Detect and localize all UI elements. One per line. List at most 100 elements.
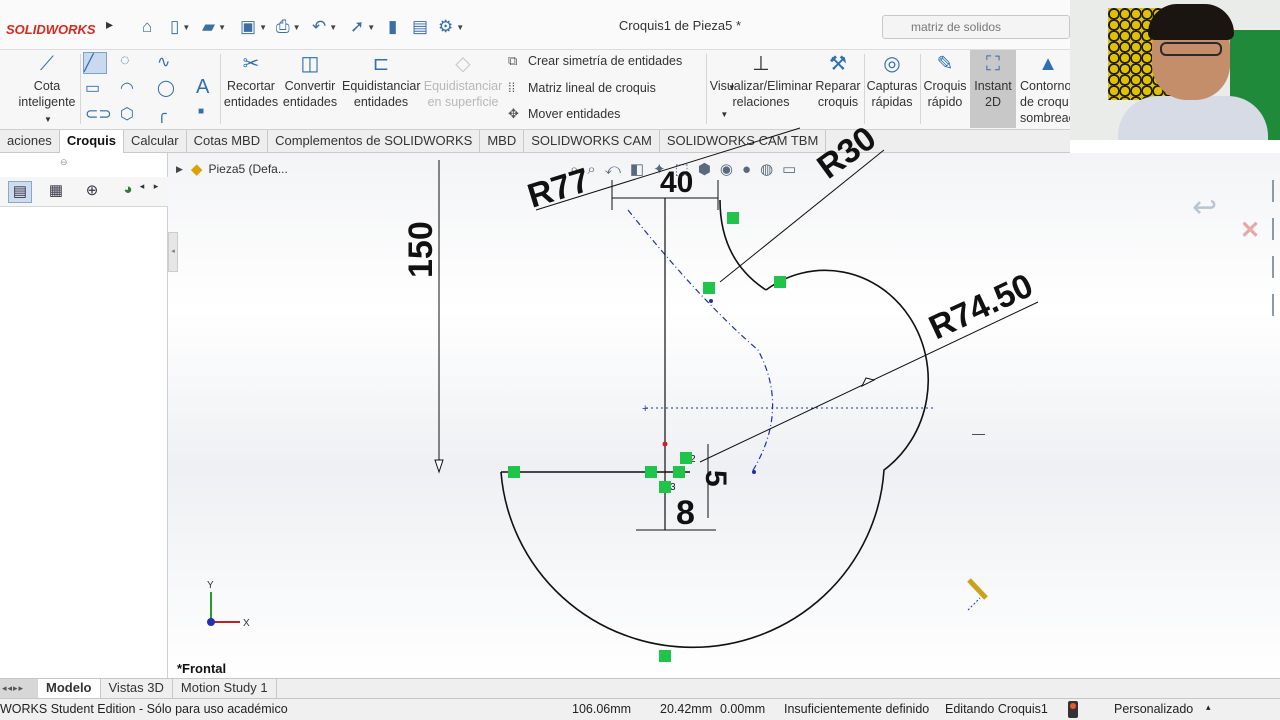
ribbon-divider: [864, 54, 865, 124]
tab-complementos[interactable]: Complementos de SOLIDWORKS: [268, 130, 481, 153]
panel-grip-icon[interactable]: ⊖: [60, 157, 68, 168]
view-settings-icon[interactable]: ▭: [782, 160, 796, 178]
shaded-sketch-contours-button[interactable]: ▲ Contorno de croqu sombreac: [1016, 52, 1076, 126]
trim-entities-button[interactable]: ✂ Recortar entidades: [222, 52, 280, 110]
panel-collapse-handle[interactable]: ◂: [168, 232, 178, 272]
mirror-entities-label: Crear simetría de entidades: [528, 54, 683, 68]
title-bar: SOLIDWORKS ▸ ⌂ ▯ ▼ ▰ ▼ ▣ ▼ ⎙ ▼ ↶ ▼ ➚ ▼ ▮ ▤ ⚙ ▼ …: [0, 0, 1070, 50]
offset-entities-button[interactable]: ⊏ Equidistanciar entidades: [342, 52, 421, 110]
quick-snaps-button[interactable]: ◎ Capturas rápidas: [866, 52, 918, 110]
apply-scene-icon[interactable]: ◍: [760, 160, 773, 178]
tabs-scroll-right-icon[interactable]: ▸: [150, 181, 162, 203]
dynamic-annotation-icon[interactable]: ✦: [653, 160, 666, 178]
smart-dimension-button[interactable]: ⟋ Cota inteligente: [14, 52, 80, 110]
exit-sketch-icon[interactable]: ↩: [1192, 190, 1217, 225]
new-document-icon[interactable]: ▯ ▼: [170, 16, 190, 38]
webcam-person-glasses: [1160, 42, 1222, 56]
line-tool-icon[interactable]: ╱: [83, 52, 107, 74]
task-pane-tab[interactable]: [1272, 218, 1280, 240]
text-tool-icon[interactable]: A: [196, 76, 209, 99]
circle-tool-icon[interactable]: ◌: [120, 52, 130, 70]
repair-sketch-button[interactable]: ⚒ Reparar croquis: [814, 52, 862, 110]
polygon-ellipse-tool-icon[interactable]: ◯: [157, 78, 175, 98]
convert-entities-button[interactable]: ◫ Convertir entidades: [282, 52, 338, 110]
tabs-scroll-left-icon[interactable]: ◂: [136, 181, 148, 203]
tab-solidworks-cam-tbm[interactable]: SOLIDWORKS CAM TBM: [660, 130, 827, 153]
section-view-icon[interactable]: ◧: [630, 160, 644, 178]
tab-solidworks-cam[interactable]: SOLIDWORKS CAM: [524, 130, 660, 153]
tab-calcular[interactable]: Calcular: [124, 130, 187, 153]
webcam-overlay: [1070, 0, 1280, 140]
ribbon-divider: [920, 54, 921, 124]
part-name-label: Pieza5 (Defa...: [208, 162, 288, 176]
display-delete-relations-label: Visualizar/Eliminar relaciones: [709, 79, 813, 109]
linear-sketch-pattern-button[interactable]: ⁞⁞ Matriz lineal de croquis ▼: [508, 80, 736, 95]
manager-tabs: ▤ ▦ ⊕ ◕ ◂ ▸: [0, 177, 168, 207]
home-icon[interactable]: ⌂: [142, 16, 152, 38]
tab-navigation-arrows-icon[interactable]: ◂◂▸▸: [0, 679, 38, 698]
edit-appearance-icon[interactable]: ●: [742, 161, 751, 178]
instant2d-button[interactable]: ⛶ Instant 2D: [970, 52, 1016, 110]
rebuild-traffic-light-icon[interactable]: ▮: [388, 16, 397, 38]
tab-cotas-mbd[interactable]: Cotas MBD: [187, 130, 269, 153]
hide-show-items-icon[interactable]: ◉: [720, 160, 733, 178]
zoom-to-fit-icon[interactable]: ⌕: [570, 161, 578, 178]
select-pointer-icon[interactable]: ➚ ▼: [350, 16, 375, 38]
print-icon[interactable]: ⎙ ▼: [276, 16, 301, 38]
undo-icon[interactable]: ↶ ▼: [312, 16, 337, 38]
rebuild-status-icon[interactable]: [1068, 701, 1078, 718]
expand-arrow-icon[interactable]: ▶: [176, 164, 183, 175]
repair-sketch-icon: ⚒: [829, 53, 847, 75]
move-dropdown-icon[interactable]: ▼: [720, 110, 728, 119]
property-manager-tab-icon[interactable]: ▦: [44, 181, 68, 203]
view-orientation-icon[interactable]: ⬚: [675, 160, 689, 178]
flyout-tree-root[interactable]: ▶ ◆ Pieza5 (Defa...: [176, 160, 288, 178]
task-pane-tab[interactable]: [1272, 294, 1280, 316]
mirror-entities-button[interactable]: ⧉ Crear simetría de entidades: [508, 53, 682, 69]
options-gear-icon[interactable]: ⚙ ▼: [438, 16, 464, 38]
tab-vistas-3d[interactable]: Vistas 3D: [101, 679, 173, 698]
file-properties-icon[interactable]: ▤: [412, 16, 428, 38]
unit-system-dropdown-icon[interactable]: ▴: [1206, 702, 1211, 713]
solidworks-logo[interactable]: SOLIDWORKS: [0, 18, 102, 42]
fillet-tool-icon[interactable]: ╭: [157, 104, 167, 124]
slot-tool-icon[interactable]: ⊂⊃: [85, 104, 112, 124]
model-view-tabs: ◂◂▸▸ Modelo Vistas 3D Motion Study 1: [0, 678, 1280, 698]
shaded-sketch-contours-label: Contorno de croqu sombreac: [1020, 79, 1075, 125]
previous-view-icon[interactable]: ⤺: [605, 161, 621, 178]
smart-dimension-dropdown-icon[interactable]: ▼: [38, 112, 58, 128]
menu-expand-icon[interactable]: ▸: [106, 16, 113, 33]
spline-tool-icon[interactable]: ∿: [157, 52, 170, 72]
rectangle-tool-icon[interactable]: ▭: [85, 78, 100, 98]
move-entities-button[interactable]: ✥ Mover entidades ▼: [508, 106, 728, 122]
display-style-icon[interactable]: ⬢: [698, 160, 711, 178]
search-input[interactable]: matriz de solidos: [882, 15, 1070, 39]
save-icon[interactable]: ▣ ▼: [240, 16, 267, 38]
feature-manager-tab-icon[interactable]: ▤: [8, 181, 32, 203]
view-orientation-label: *Frontal: [177, 661, 227, 676]
tab-motion-study[interactable]: Motion Study 1: [173, 679, 277, 698]
tab-operaciones[interactable]: aciones: [0, 130, 60, 153]
arc-tool-icon[interactable]: ◠: [120, 78, 134, 98]
feature-manager-panel: ⊖ ▤ ▦ ⊕ ◕ ◂ ▸: [0, 153, 168, 678]
convert-entities-label: Convertir entidades: [282, 79, 338, 109]
offset-entities-label: Equidistanciar entidades: [342, 79, 421, 109]
tab-croquis[interactable]: Croquis: [59, 130, 124, 153]
zoom-area-icon[interactable]: ⌕: [587, 161, 595, 178]
open-folder-icon[interactable]: ▰ ▼: [202, 16, 226, 38]
polygon-tool-icon[interactable]: ⬡: [120, 104, 134, 124]
cancel-sketch-icon[interactable]: ✕: [1240, 216, 1260, 245]
point-tool-icon[interactable]: ■: [198, 106, 204, 117]
offset-on-surface-button[interactable]: ◇ Equidistanciar en superficie: [423, 52, 503, 110]
unit-system-selector[interactable]: Personalizado: [1114, 702, 1193, 716]
tab-modelo[interactable]: Modelo: [38, 679, 101, 698]
offset-on-surface-label: Equidistanciar en superficie: [423, 79, 503, 109]
rapid-sketch-button[interactable]: ✎ Croquis rápido: [922, 52, 968, 110]
graphics-area[interactable]: [168, 153, 1280, 678]
display-delete-relations-button[interactable]: ⊥ Visualizar/Eliminar relaciones: [708, 52, 814, 110]
task-pane-tab[interactable]: [1272, 180, 1280, 202]
configuration-manager-tab-icon[interactable]: ⊕: [80, 181, 104, 203]
task-pane-tab[interactable]: [1272, 256, 1280, 278]
scissors-icon: ✂: [242, 53, 260, 75]
tab-mbd[interactable]: MBD: [480, 130, 525, 153]
